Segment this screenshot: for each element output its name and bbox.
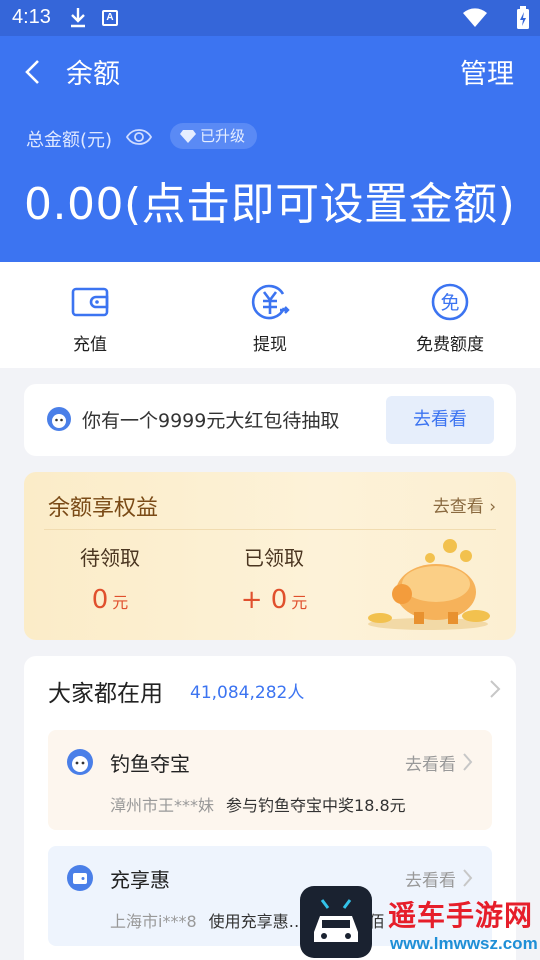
chevron-right-icon xyxy=(463,753,473,771)
wifi-icon xyxy=(463,8,487,27)
status-time: 4:13 xyxy=(12,6,51,28)
item-user: 漳州市王***妹 xyxy=(110,796,215,815)
received-value: + 0元 xyxy=(194,585,354,615)
wallet-icon xyxy=(71,287,109,317)
total-amount-label: 总金额(元) xyxy=(26,130,113,151)
chevron-right-icon: › xyxy=(489,497,496,517)
diamond-icon xyxy=(180,130,196,143)
item-go-label: 去看看 xyxy=(405,755,456,775)
battery-icon xyxy=(517,6,529,29)
rights-view-label: 去查看 xyxy=(432,497,484,517)
back-arrow-icon[interactable] xyxy=(22,58,44,86)
a-icon: A xyxy=(102,10,118,26)
upgraded-badge: 已升级 xyxy=(170,123,258,149)
piggy-bank-illustration xyxy=(368,539,490,630)
rights-view-link[interactable]: 去查看 › xyxy=(433,492,496,517)
pending-label: 待领取 xyxy=(80,546,140,570)
popular-title: 大家都在用 xyxy=(48,681,163,707)
car-logo-icon xyxy=(300,886,372,958)
free-quota-label: 免费额度 xyxy=(416,335,484,355)
red-packet-banner: 你有一个9999元大红包待抽取 去看看 xyxy=(24,384,516,456)
chevron-right-icon[interactable] xyxy=(488,678,502,700)
balance-rights-card: 余额享权益 去查看 › 待领取 0元 已领取 + 0元 xyxy=(24,472,516,640)
balance-amount[interactable]: 0.00(点击即可设置金额) xyxy=(24,168,515,232)
received-amount: + 0 xyxy=(240,585,288,615)
red-packet-text: 你有一个9999元大红包待抽取 xyxy=(82,410,340,432)
mascot-icon xyxy=(47,407,71,431)
free-quota-button[interactable]: 免 免费额度 xyxy=(390,282,510,355)
site-watermark: 遥车手游网 www.lmwwsz.com xyxy=(298,884,540,960)
yuan-withdraw-icon xyxy=(251,284,290,320)
free-icon: 免 xyxy=(431,283,469,321)
pending-value: 0元 xyxy=(30,585,190,615)
divider xyxy=(44,529,496,530)
status-bar: 4:13 A xyxy=(0,0,540,36)
withdraw-button[interactable]: 提现 xyxy=(210,282,330,355)
balance-header: 4:13 A 余额 管理 总金额(元) 已升级 0.00(点击即可设置金额) xyxy=(0,0,540,262)
item-name: 充享惠 xyxy=(110,868,170,892)
withdraw-label: 提现 xyxy=(253,335,287,355)
upgraded-badge-label: 已升级 xyxy=(200,127,246,145)
wallet-icon xyxy=(67,865,93,891)
rights-title: 余额享权益 xyxy=(48,496,159,521)
red-packet-view-button[interactable]: 去看看 xyxy=(386,396,494,444)
item-name: 钓鱼夺宝 xyxy=(110,752,190,776)
recharge-label: 充值 xyxy=(73,335,107,355)
recharge-button[interactable]: 充值 xyxy=(30,282,150,355)
watermark-url: www.lmwwsz.com xyxy=(390,934,538,953)
action-bar: 充值 提现 免 免费额度 xyxy=(0,262,540,368)
item-description: 漳州市王***妹 参与钓鱼夺宝中奖18.8元 xyxy=(110,792,406,816)
item-user: 上海市i***8 xyxy=(110,912,197,931)
received-column: 已领取 + 0元 xyxy=(194,542,354,615)
popular-user-count: 41,084,282人 xyxy=(190,683,305,703)
received-label: 已领取 xyxy=(244,546,304,570)
watermark-title: 遥车手游网 xyxy=(388,899,534,932)
manage-button[interactable]: 管理 xyxy=(460,52,514,91)
svg-text:免: 免 xyxy=(440,292,459,314)
download-icon xyxy=(71,8,85,28)
pending-column: 待领取 0元 xyxy=(30,542,190,615)
page-title: 余额 xyxy=(66,59,120,90)
pending-unit: 元 xyxy=(112,593,129,612)
item-desc-text: 参与钓鱼夺宝中奖18.8元 xyxy=(226,796,406,815)
mascot-icon xyxy=(67,749,93,775)
eye-icon[interactable] xyxy=(126,126,152,148)
received-unit: 元 xyxy=(291,593,308,612)
pending-amount: 0 xyxy=(91,585,109,615)
list-item-fishing[interactable]: 钓鱼夺宝 去看看 漳州市王***妹 参与钓鱼夺宝中奖18.8元 xyxy=(48,730,492,830)
